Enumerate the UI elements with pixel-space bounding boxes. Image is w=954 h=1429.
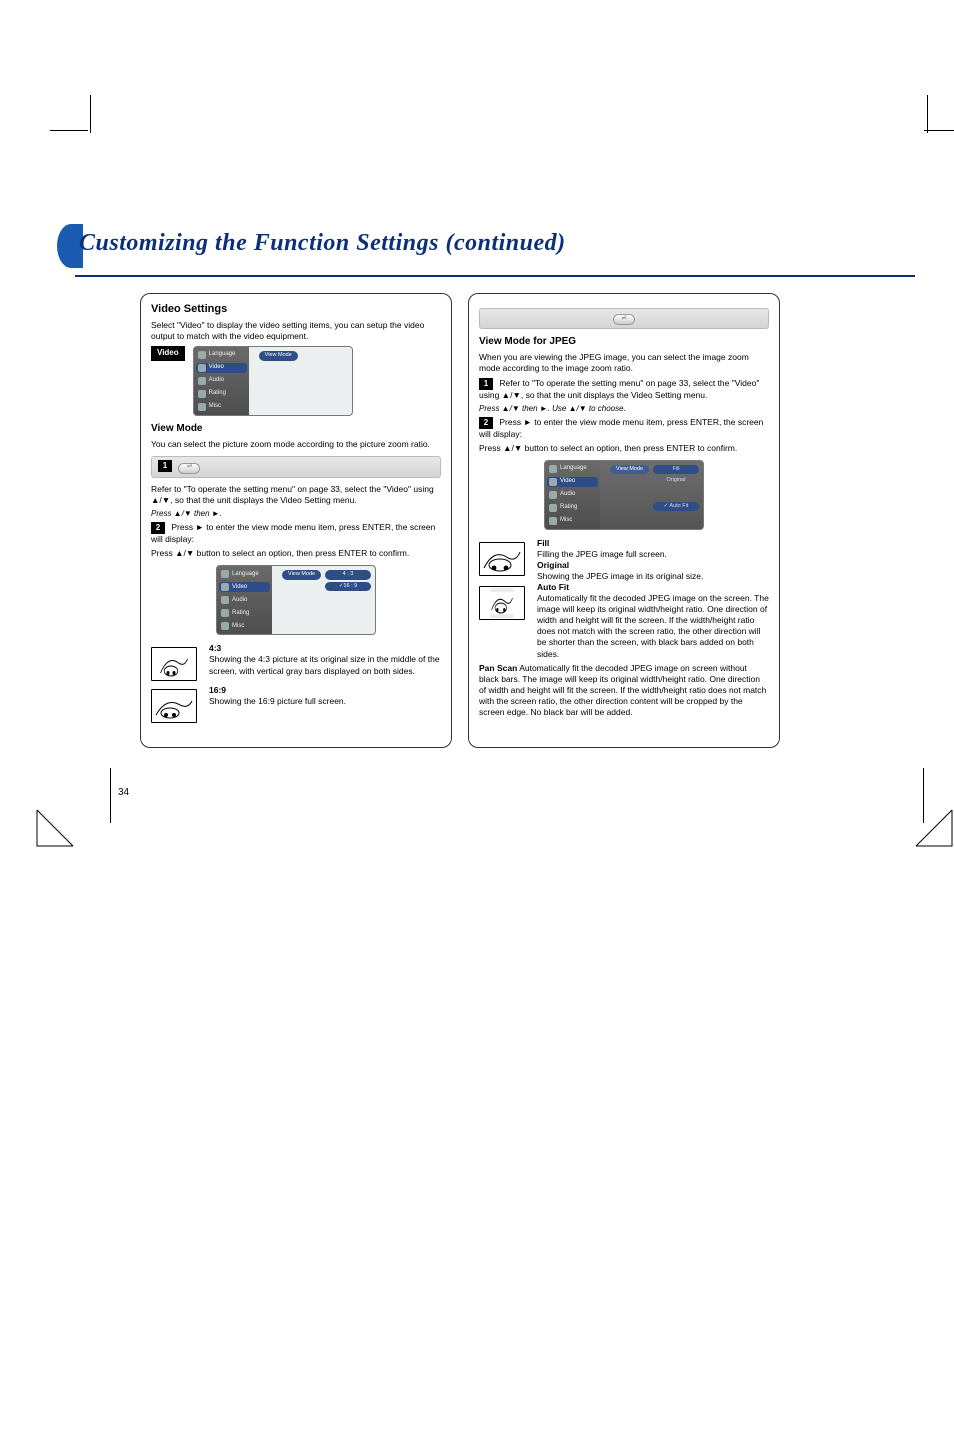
ratio-4-3-desc: Showing the 4:3 picture at its original …	[209, 654, 441, 676]
osd-opt-original: Original	[653, 476, 699, 485]
thumb-autofit	[479, 586, 525, 620]
jpeg-view-mode-desc: When you are viewing the JPEG image, you…	[479, 352, 769, 374]
osd-side-item: Language	[560, 465, 587, 473]
video-settings-title: Video Settings	[151, 302, 441, 316]
osd-side-item: Video	[560, 478, 575, 486]
right-column: ⏎ View Mode for JPEG When you are viewin…	[468, 293, 780, 748]
jpeg-view-mode-title: View Mode for JPEG	[479, 335, 769, 348]
audio-icon	[198, 377, 206, 385]
osd-side-item: Misc	[232, 623, 244, 631]
opt-fill-block: Fill Filling the JPEG image full screen.…	[479, 538, 769, 582]
opt-panscan-title: Pan Scan	[479, 663, 517, 673]
osd-side-item: Rating	[209, 390, 226, 398]
step2b-text: Press ▲/▼ button to select an option, th…	[151, 548, 441, 559]
osd-opt-autofit: ✓ Auto Fit	[653, 502, 699, 511]
heading-rule	[75, 275, 915, 277]
view-mode-desc: You can select the picture zoom mode acc…	[151, 439, 441, 450]
opt-panscan-desc: Automatically fit the decoded JPEG image…	[479, 663, 766, 717]
osd-side-item: Rating	[560, 504, 577, 512]
osd-viewmode-chip: View Mode	[259, 351, 298, 360]
osd-viewmode-chip: View Mode	[282, 570, 321, 579]
video-icon	[549, 478, 557, 486]
osd-side-item: Audio	[232, 597, 247, 605]
page-number: 34	[118, 787, 129, 798]
jpeg-step2b: Press ▲/▼ button to select an option, th…	[479, 443, 769, 454]
jpeg-step-note: Press ▲/▼ then ►. Use ▲/▼ to choose.	[479, 404, 769, 414]
enter-button-icon: ⏎	[178, 463, 200, 474]
osd-side-item: Language	[209, 351, 236, 359]
step2a-body: Press ► to enter the view mode menu item…	[151, 522, 435, 544]
osd-menu-jpeg-options: Language Video Audio Rating Misc View Mo…	[544, 460, 704, 530]
misc-icon	[221, 622, 229, 630]
osd-side-item: Rating	[232, 610, 249, 618]
opt-autofit-title: Auto Fit	[537, 582, 569, 592]
osd-side-item: Audio	[560, 491, 575, 499]
osd-opt-16-9: ✓16 : 9	[325, 582, 371, 591]
enter-button-icon: ⏎	[613, 314, 635, 325]
language-icon	[198, 351, 206, 359]
step-number: 1	[158, 460, 172, 472]
step-1: 1 ⏎	[151, 456, 441, 477]
rating-icon	[549, 504, 557, 512]
thumb-16-9	[151, 689, 197, 723]
enter-hint: ⏎	[479, 308, 769, 329]
language-icon	[549, 465, 557, 473]
rating-icon	[221, 609, 229, 617]
video-icon	[198, 364, 206, 372]
osd-side-item: Misc	[560, 517, 572, 525]
page-heading-wrap: Customizing the Function Settings (conti…	[75, 230, 954, 257]
step1-text: Refer to "To operate the setting menu" o…	[151, 484, 441, 506]
osd-side-item: Language	[232, 571, 259, 579]
thumb-4-3	[151, 647, 197, 681]
audio-icon	[549, 491, 557, 499]
step1-body: Refer to "To operate the setting menu" o…	[151, 484, 434, 505]
left-column: Video Settings Select "Video" to display…	[140, 293, 452, 748]
view-mode-title: View Mode	[151, 422, 441, 435]
step-number: 1	[479, 378, 493, 390]
opt-original-desc: Showing the JPEG image in its original s…	[537, 571, 769, 582]
ratio-16-9-title: 16:9	[209, 685, 226, 695]
osd-opt-fill: Fill	[653, 465, 699, 474]
jpeg-step1-body: Refer to "To operate the setting menu" o…	[479, 378, 759, 400]
video-icon	[221, 583, 229, 591]
step2a-text: 2 Press ► to enter the view mode menu it…	[151, 522, 441, 545]
osd-opt-4-3: 4 : 3	[325, 570, 371, 579]
osd-side-item: Audio	[209, 377, 224, 385]
ratio-4-3-block: 4:3 Showing the 4:3 picture at its origi…	[151, 643, 441, 685]
opt-panscan-block: Pan Scan Automatically fit the decoded J…	[479, 663, 769, 718]
osd-menu-video: Language Video Audio Rating Misc View Mo…	[193, 346, 353, 416]
step1-note: Press ▲/▼ then ►.	[151, 509, 441, 519]
audio-icon	[221, 596, 229, 604]
page-title: Customizing the Function Settings (conti…	[75, 230, 954, 257]
step-number: 2	[151, 522, 165, 534]
opt-autofit-desc: Automatically fit the decoded JPEG image…	[537, 593, 769, 659]
ratio-16-9-desc: Showing the 16:9 picture full screen.	[209, 696, 441, 707]
osd-side-item: Video	[232, 584, 247, 592]
manual-page: Customizing the Function Settings (conti…	[0, 0, 954, 1048]
language-icon	[221, 570, 229, 578]
opt-autofit-block: Auto Fit Automatically fit the decoded J…	[479, 582, 769, 659]
osd-side-item: Video	[209, 364, 224, 372]
osd-menu-viewmode-options: Language Video Audio Rating Misc View Mo…	[216, 565, 376, 635]
rating-icon	[198, 390, 206, 398]
opt-fill-title: Fill	[537, 538, 549, 548]
video-badge: Video	[151, 346, 185, 360]
thumb-fill	[479, 542, 525, 576]
misc-icon	[549, 517, 557, 525]
opt-fill-desc: Filling the JPEG image full screen.	[537, 549, 769, 560]
jpeg-step1: 1 Refer to "To operate the setting menu"…	[479, 378, 769, 401]
step-number: 2	[479, 417, 493, 429]
ratio-4-3-title: 4:3	[209, 643, 221, 653]
osd-side-item: Misc	[209, 403, 221, 411]
ratio-16-9-block: 16:9 Showing the 16:9 picture full scree…	[151, 685, 441, 727]
osd-viewmode-chip: View Mode	[610, 465, 649, 474]
opt-original-title: Original	[537, 560, 569, 570]
jpeg-step2a-body: Press ► to enter the view mode menu item…	[479, 417, 763, 439]
misc-icon	[198, 403, 206, 411]
video-settings-desc: Select "Video" to display the video sett…	[151, 320, 441, 342]
jpeg-step2a: 2 Press ► to enter the view mode menu it…	[479, 417, 769, 440]
